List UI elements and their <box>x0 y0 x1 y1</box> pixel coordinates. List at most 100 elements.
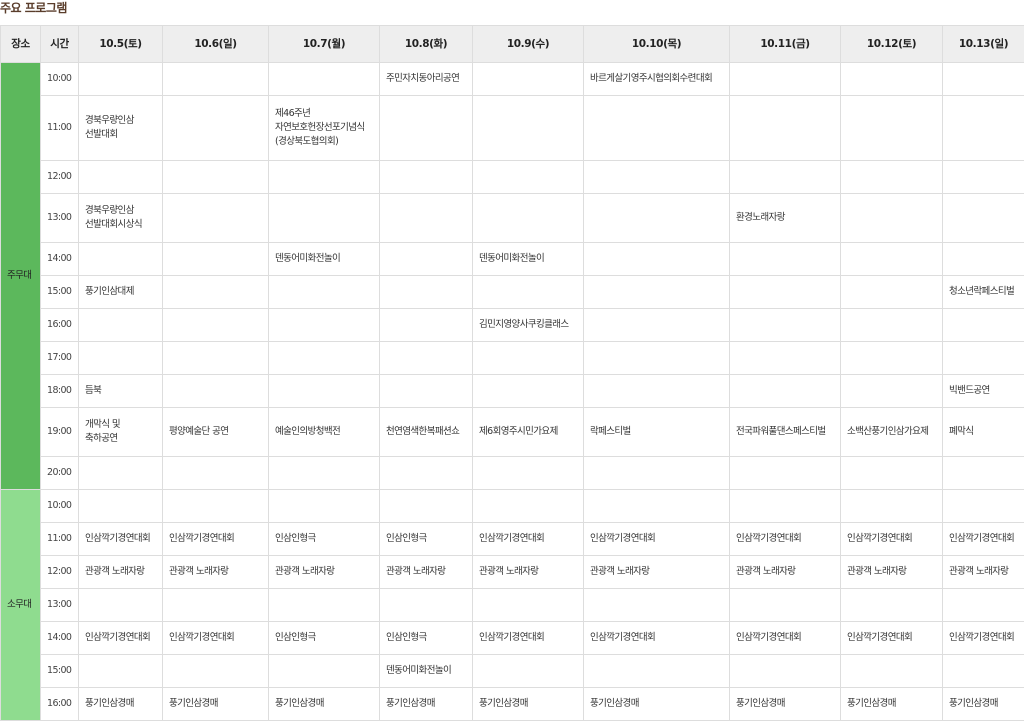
event-cell: 인삼깍기경연대회 <box>162 621 269 655</box>
event-cell <box>472 588 584 622</box>
event-cell: 인삼인형극 <box>268 621 380 655</box>
event-cell <box>162 193 269 243</box>
event-cell: 관광객 노래자랑 <box>472 555 584 589</box>
event-cell: 풍기인삼경매 <box>472 687 584 721</box>
date-header: 10.7(월) <box>268 25 380 63</box>
event-cell <box>942 62 1024 96</box>
event-cell <box>942 456 1024 490</box>
schedule-row: 소무대 10:00 <box>0 489 1024 721</box>
schedule-row: 12:00 <box>1 160 1024 194</box>
event-cell <box>583 374 730 408</box>
event-cell: 인삼깍기경연대회 <box>583 522 730 556</box>
event-cell <box>268 193 380 243</box>
event-cell: 청소년락페스티벌 <box>942 275 1024 309</box>
event-cell <box>583 489 730 523</box>
time-cell: 15:00 <box>40 275 79 309</box>
event-cell <box>729 242 841 276</box>
event-cell <box>472 456 584 490</box>
event-cell <box>583 242 730 276</box>
event-cell <box>840 193 943 243</box>
schedule-row: 20:00 <box>1 456 1024 490</box>
event-cell: 빅밴드공연 <box>942 374 1024 408</box>
event-cell <box>78 308 163 342</box>
date-header: 10.8(화) <box>379 25 473 63</box>
event-cell <box>379 489 473 523</box>
event-cell <box>840 489 943 523</box>
event-cell <box>379 95 473 161</box>
event-cell: 인삼깍기경연대회 <box>942 621 1024 655</box>
event-cell <box>729 95 841 161</box>
schedule-row: 16:00 김민지영양사쿠킹클래스 <box>1 308 1024 342</box>
event-cell: 풍기인삼경매 <box>268 687 380 721</box>
event-cell <box>472 275 584 309</box>
event-cell <box>472 193 584 243</box>
event-cell <box>268 654 380 688</box>
event-cell <box>840 308 943 342</box>
schedule-row: 주무대 10:00 주민자치동아리공연 바르게살기영주시협의회수련대회 <box>0 62 1024 490</box>
time-header: 시간 <box>40 25 79 63</box>
event-cell <box>942 489 1024 523</box>
event-cell <box>472 160 584 194</box>
schedule-row: 11:00 경북우량인삼 선발대회 제46주년 자연보호헌장선포기념식 (경상북도협의회) <box>1 95 1024 161</box>
event-cell <box>942 160 1024 194</box>
event-cell: 천연염색한복패션쇼 <box>379 407 473 457</box>
event-cell: 듬북 <box>78 374 163 408</box>
time-cell: 16:00 <box>40 687 79 721</box>
event-cell: 환경노래자랑 <box>729 193 841 243</box>
event-cell <box>729 62 841 96</box>
event-cell <box>379 341 473 375</box>
schedule-row: 14:00 덴동어미화전놀이 덴동어미화전놀이 <box>1 242 1024 276</box>
event-cell: 인삼깍기경연대회 <box>78 522 163 556</box>
time-cell: 11:00 <box>40 95 79 161</box>
event-cell <box>162 341 269 375</box>
time-cell: 10:00 <box>40 489 79 523</box>
event-cell: 관광객 노래자랑 <box>162 555 269 589</box>
venue-cell: 주무대 <box>0 62 41 490</box>
time-cell: 13:00 <box>40 193 79 243</box>
event-cell <box>472 95 584 161</box>
event-cell: 풍기인삼대제 <box>78 275 163 309</box>
event-cell <box>162 588 269 622</box>
schedule-row: 13:00 <box>1 588 1024 622</box>
event-cell <box>942 654 1024 688</box>
event-cell <box>583 456 730 490</box>
date-header: 10.9(수) <box>472 25 584 63</box>
time-cell: 14:00 <box>40 242 79 276</box>
event-cell <box>729 654 841 688</box>
event-cell: 인삼깍기경연대회 <box>729 522 841 556</box>
event-cell: 인삼깍기경연대회 <box>78 621 163 655</box>
event-cell <box>840 374 943 408</box>
event-cell <box>840 242 943 276</box>
event-cell <box>162 456 269 490</box>
schedule-row: 15:00 풍기인삼대제 청소년락페스티벌 <box>1 275 1024 309</box>
event-cell <box>162 160 269 194</box>
event-cell: 개막식 및 축하공연 <box>78 407 163 457</box>
event-cell <box>472 489 584 523</box>
event-cell: 덴동어미화전놀이 <box>472 242 584 276</box>
time-cell: 19:00 <box>40 407 79 457</box>
event-cell <box>78 242 163 276</box>
event-cell <box>583 654 730 688</box>
event-cell <box>583 275 730 309</box>
time-cell: 13:00 <box>40 588 79 622</box>
event-cell: 락페스티벌 <box>583 407 730 457</box>
event-cell <box>78 456 163 490</box>
event-cell: 제6회영주시민가요제 <box>472 407 584 457</box>
event-cell: 관광객 노래자랑 <box>379 555 473 589</box>
event-cell: 인삼깍기경연대회 <box>840 522 943 556</box>
event-cell <box>78 489 163 523</box>
event-cell <box>268 275 380 309</box>
event-cell <box>942 193 1024 243</box>
schedule-row: 12:00 관광객 노래자랑 관광객 노래자랑 관광객 노래자랑 관광객 노래자랑 관광객… <box>1 555 1024 589</box>
event-cell <box>379 456 473 490</box>
event-cell <box>162 489 269 523</box>
event-cell <box>583 588 730 622</box>
event-cell <box>268 456 380 490</box>
event-cell <box>268 341 380 375</box>
event-cell: 인삼깍기경연대회 <box>472 621 584 655</box>
event-cell <box>78 588 163 622</box>
event-cell <box>78 62 163 96</box>
event-cell <box>840 160 943 194</box>
event-cell <box>840 341 943 375</box>
time-cell: 18:00 <box>40 374 79 408</box>
